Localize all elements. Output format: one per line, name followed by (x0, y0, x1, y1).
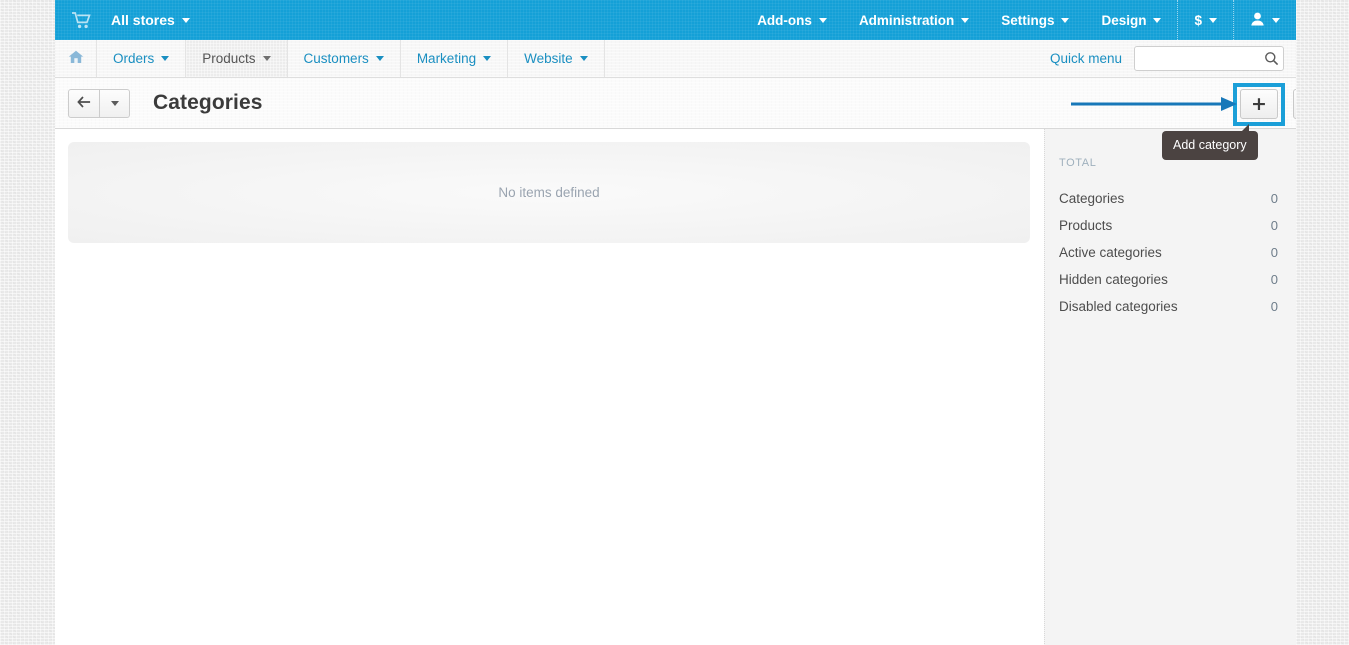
stat-value: 0 (1271, 272, 1278, 287)
empty-state-message: No items defined (498, 185, 599, 200)
page-body: No items defined TOTAL Categories 0 Prod… (55, 129, 1296, 645)
chevron-down-icon (111, 101, 119, 106)
back-button[interactable] (68, 89, 100, 118)
tooltip-label: Add category (1173, 138, 1247, 152)
stat-label: Categories (1059, 191, 1124, 206)
chevron-down-icon (376, 56, 384, 61)
nav-item-label: Marketing (417, 51, 476, 66)
chevron-down-icon (263, 56, 271, 61)
stat-value: 0 (1271, 245, 1278, 260)
nav-item-label: Products (202, 51, 255, 66)
topbar-menu-design[interactable]: Design (1085, 0, 1177, 40)
chevron-down-icon (819, 18, 827, 23)
page-header: Categories (55, 78, 1296, 129)
tooltip-add-category: Add category (1162, 131, 1258, 160)
search-input[interactable] (1134, 46, 1284, 71)
stat-value: 0 (1271, 218, 1278, 233)
stat-row-disabled-categories: Disabled categories 0 (1059, 294, 1278, 319)
topbar-menu-label: Administration (859, 13, 954, 28)
stat-value: 0 (1271, 191, 1278, 206)
top-bar-right: Add-ons Administration Settings Design $ (741, 0, 1296, 40)
topbar-menu-label: Add-ons (757, 13, 812, 28)
user-icon (1250, 12, 1265, 29)
user-menu[interactable] (1234, 0, 1296, 40)
cart-icon (65, 12, 97, 29)
nav-item-customers[interactable]: Customers (288, 40, 401, 77)
stat-label: Disabled categories (1059, 299, 1178, 314)
stat-row-active-categories: Active categories 0 (1059, 240, 1278, 265)
nav-home-button[interactable] (55, 40, 97, 77)
topbar-menu-administration[interactable]: Administration (843, 0, 985, 40)
chevron-down-icon (1209, 18, 1217, 23)
app-canvas: All stores Add-ons Administration Settin… (55, 0, 1296, 645)
top-bar: All stores Add-ons Administration Settin… (55, 0, 1296, 40)
add-category-button[interactable]: + (1240, 89, 1278, 119)
search-icon[interactable] (1263, 50, 1280, 67)
dollar-icon: $ (1194, 13, 1202, 28)
nav-item-label: Website (524, 51, 573, 66)
store-selector-label: All stores (111, 12, 175, 28)
plus-icon: + (1251, 95, 1267, 114)
back-button-group (68, 89, 130, 118)
currency-selector[interactable]: $ (1178, 0, 1233, 40)
search-box (1134, 46, 1284, 71)
empty-state-panel: No items defined (68, 142, 1030, 243)
stat-row-categories: Categories 0 (1059, 186, 1278, 211)
arrow-left-icon (77, 96, 91, 111)
home-icon (68, 50, 84, 67)
page-options-button[interactable] (1293, 89, 1296, 119)
nav-right-group: Quick menu (1050, 40, 1296, 77)
store-selector[interactable]: All stores (103, 7, 198, 33)
chevron-down-icon (483, 56, 491, 61)
chevron-down-icon (580, 56, 588, 61)
nav-item-orders[interactable]: Orders (97, 40, 186, 77)
chevron-down-icon (961, 18, 969, 23)
stat-value: 0 (1271, 299, 1278, 314)
back-dropdown-button[interactable] (100, 89, 130, 118)
sidebar: TOTAL Categories 0 Products 0 Active cat… (1044, 129, 1296, 645)
quick-menu-link[interactable]: Quick menu (1050, 51, 1122, 66)
nav-item-label: Customers (304, 51, 369, 66)
nav-item-products[interactable]: Products (186, 40, 287, 77)
chevron-down-icon (161, 56, 169, 61)
chevron-down-icon (1272, 18, 1280, 23)
stat-label: Products (1059, 218, 1112, 233)
page-title: Categories (153, 91, 263, 115)
chevron-down-icon (1061, 18, 1069, 23)
main-navigation: Orders Products Customers Marketing Webs… (55, 40, 1296, 78)
nav-item-website[interactable]: Website (508, 40, 605, 77)
chevron-down-icon (1153, 18, 1161, 23)
stat-label: Hidden categories (1059, 272, 1168, 287)
nav-item-label: Orders (113, 51, 154, 66)
stat-row-products: Products 0 (1059, 213, 1278, 238)
topbar-menu-label: Design (1101, 13, 1146, 28)
topbar-menu-settings[interactable]: Settings (985, 0, 1085, 40)
nav-item-marketing[interactable]: Marketing (401, 40, 508, 77)
chevron-down-icon (182, 18, 190, 23)
topbar-menu-add-ons[interactable]: Add-ons (741, 0, 843, 40)
main-content: No items defined (55, 129, 1044, 645)
topbar-menu-label: Settings (1001, 13, 1054, 28)
stat-label: Active categories (1059, 245, 1162, 260)
stat-row-hidden-categories: Hidden categories 0 (1059, 267, 1278, 292)
